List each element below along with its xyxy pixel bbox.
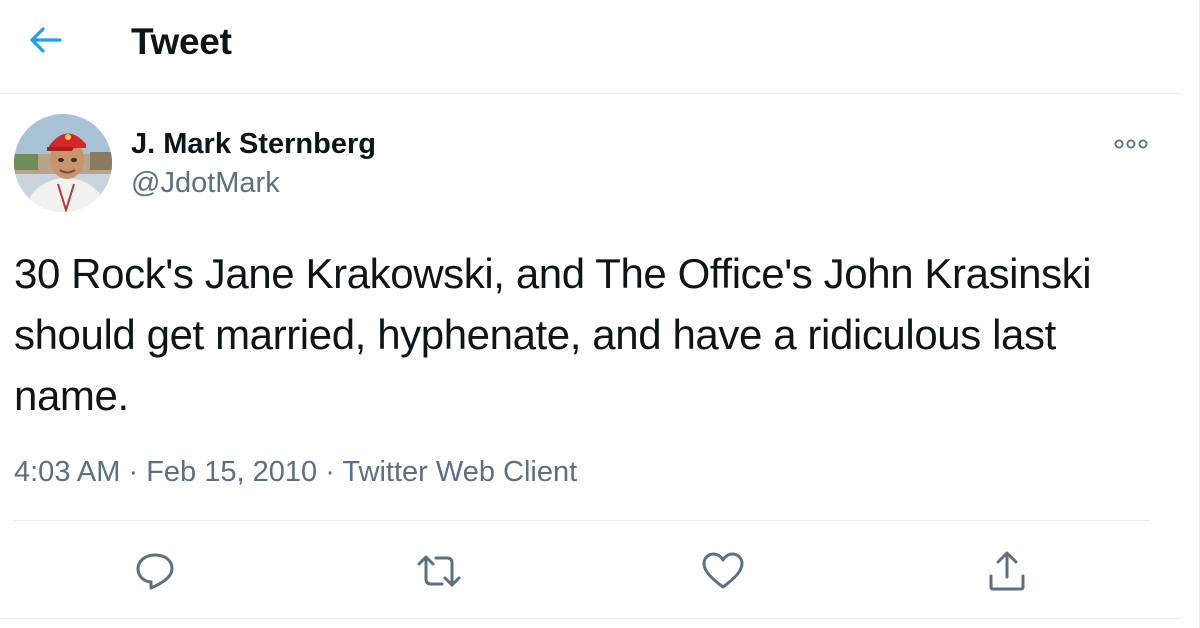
- more-options-button[interactable]: [1106, 124, 1156, 164]
- share-icon: [989, 551, 1025, 591]
- meta-separator: ·: [325, 456, 335, 488]
- author-handle[interactable]: @JdotMark: [131, 165, 280, 201]
- like-icon: [702, 552, 744, 589]
- back-button[interactable]: [18, 17, 72, 63]
- tweet-metadata: 4:03 AM · Feb 15, 2010 · Twitter Web Cli…: [14, 452, 577, 492]
- tweet-source[interactable]: Twitter Web Client: [342, 456, 577, 488]
- bottom-divider: [0, 618, 1181, 619]
- retweet-icon: [417, 555, 461, 587]
- divider: [14, 520, 1150, 521]
- tweet-date[interactable]: Feb 15, 2010: [146, 456, 317, 488]
- avatar[interactable]: [14, 114, 112, 212]
- tweet-time[interactable]: 4:03 AM: [14, 456, 120, 488]
- reply-button[interactable]: [130, 546, 180, 596]
- tweet-text: 30 Rock's Jane Krakowski, and The Office…: [14, 250, 1092, 419]
- share-button[interactable]: [982, 546, 1032, 596]
- arrow-left-icon: [30, 27, 62, 53]
- reply-icon: [136, 553, 174, 590]
- avatar-image: [14, 114, 112, 212]
- author-name[interactable]: J. Mark Sternberg: [131, 126, 376, 162]
- more-options-icon: [1114, 139, 1148, 149]
- meta-separator: ·: [128, 456, 139, 488]
- like-button[interactable]: [698, 546, 748, 596]
- header-bar: Tweet: [0, 0, 1181, 94]
- retweet-button[interactable]: [414, 546, 464, 596]
- page-title: Tweet: [131, 21, 232, 62]
- tweet-page: Tweet J. Mark Sternberg @JdotMark 30 Roc…: [0, 0, 1200, 628]
